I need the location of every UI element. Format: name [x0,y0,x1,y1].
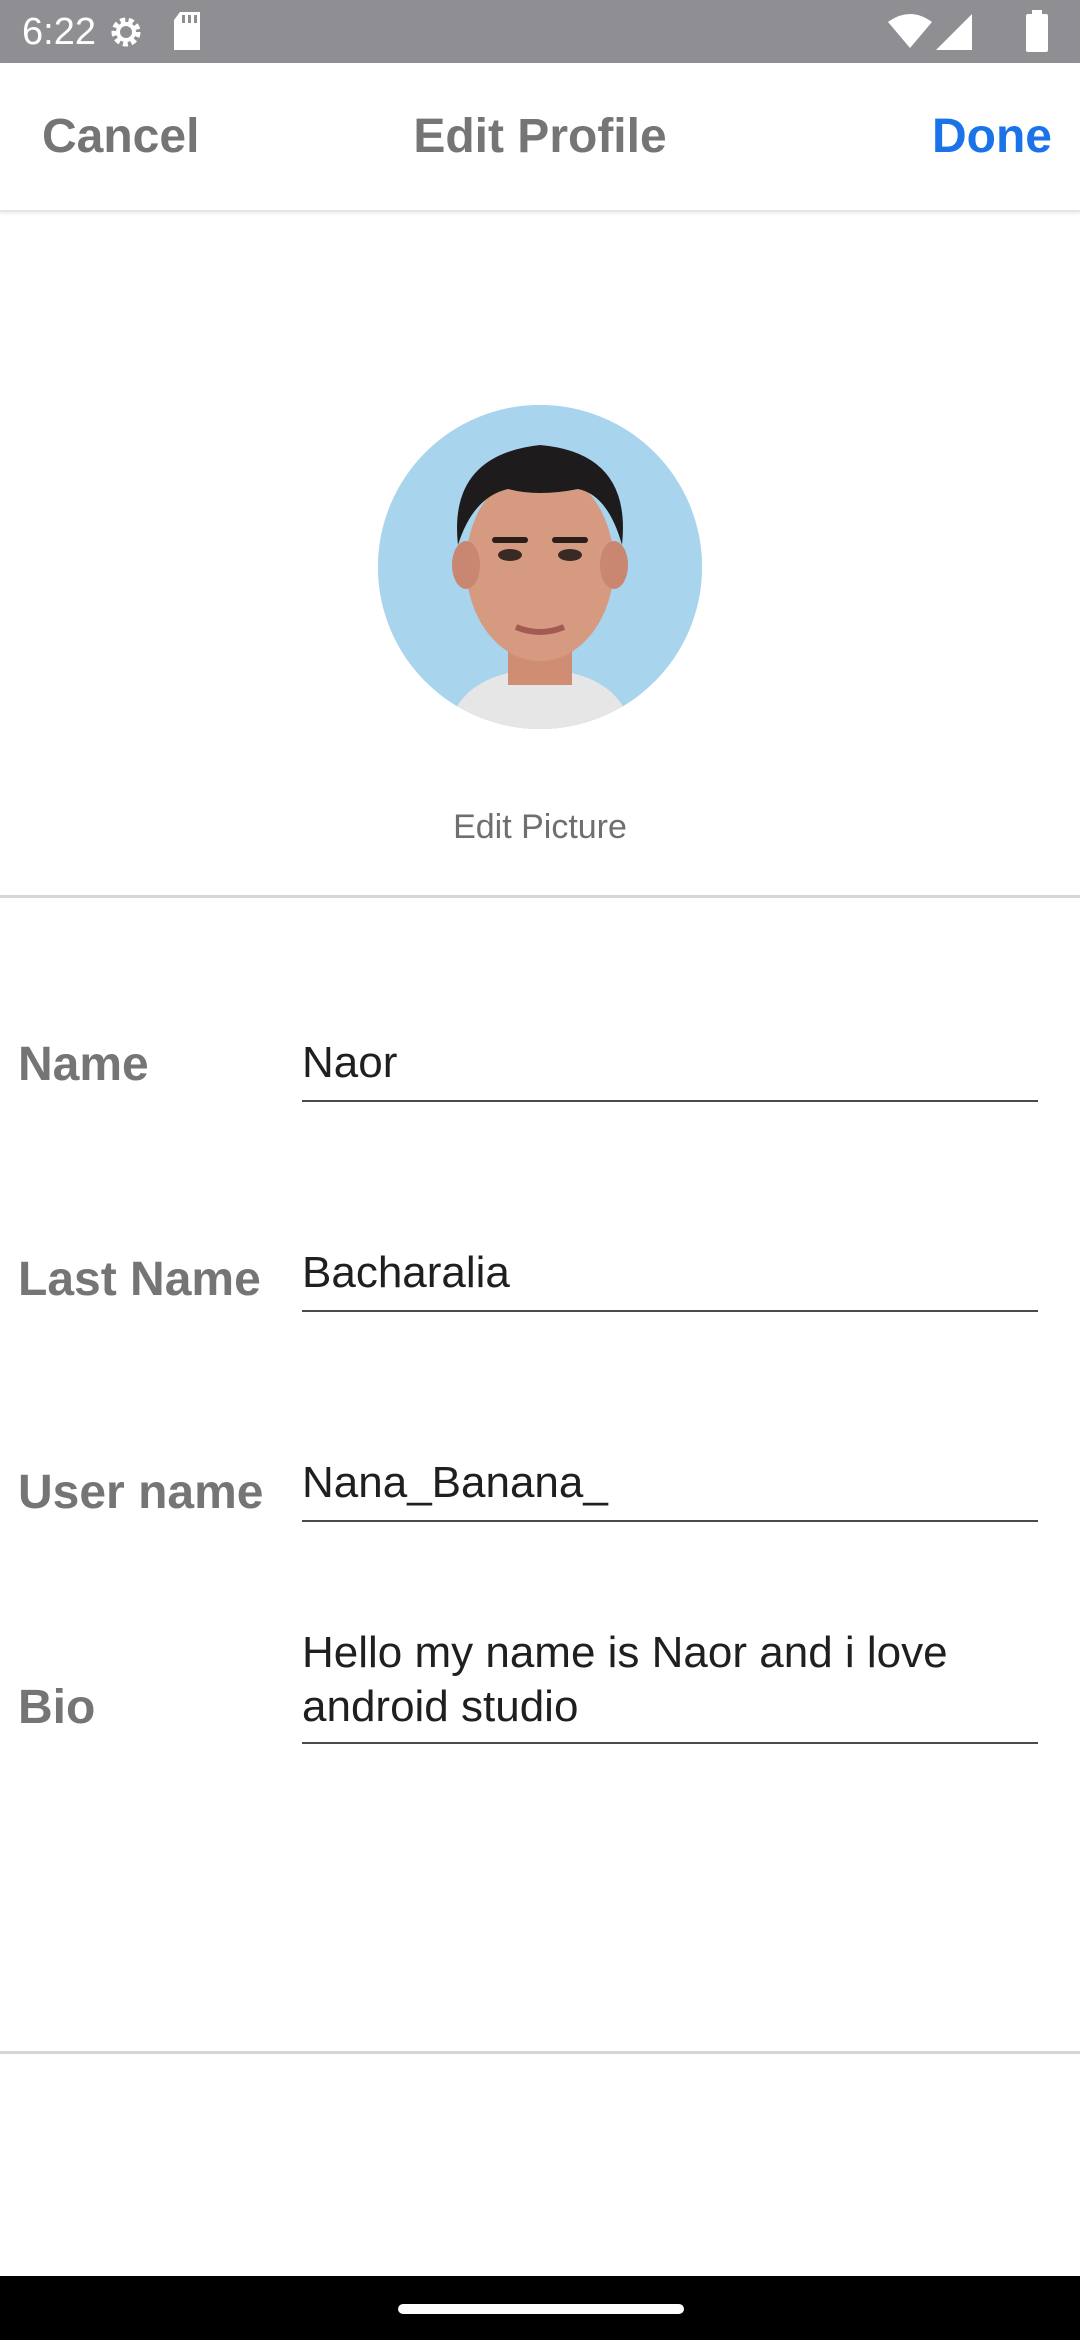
wifi-icon [888,14,932,48]
username-field[interactable]: Nana_Banana_ [302,1456,1038,1522]
home-gesture-handle[interactable] [398,2304,684,2314]
section-divider-bottom [0,2051,1080,2054]
edit-profile-screen: 6:22 Edit Profile Cancel Done Edit Pictu… [0,0,1080,2340]
name-label: Name [18,1038,149,1091]
done-button[interactable]: Done [932,63,1052,210]
status-time: 6:22 [22,11,96,53]
last-name-field[interactable]: Bacharalia [302,1246,1038,1312]
bio-label: Bio [18,1681,96,1734]
signal-icon [936,14,972,50]
username-label: User name [18,1466,264,1519]
toolbar: Edit Profile Cancel Done [0,63,1080,212]
status-bar: 6:22 [0,0,1080,63]
name-field[interactable]: Naor [302,1036,1038,1102]
cancel-button[interactable]: Cancel [42,63,199,210]
bio-field[interactable]: Hello my name is Naor and i love android… [302,1626,1038,1744]
sd-card-icon [174,12,200,50]
settings-icon [111,17,141,47]
battery-icon [1026,10,1048,52]
edit-picture-link[interactable]: Edit Picture [0,808,1080,847]
profile-avatar[interactable] [378,405,702,729]
section-divider-top [0,895,1080,898]
profile-photo [378,405,702,729]
last-name-label: Last Name [18,1253,261,1306]
